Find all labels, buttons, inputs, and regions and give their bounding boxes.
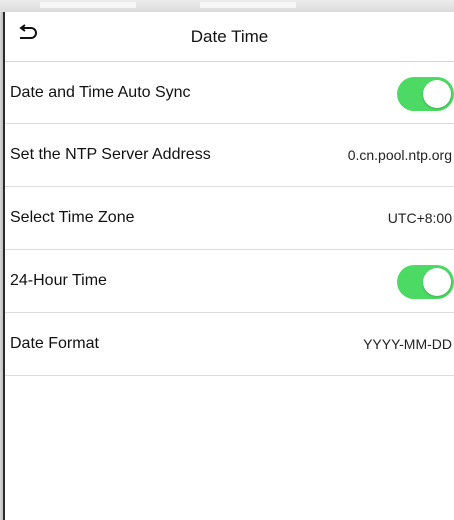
row-date-format[interactable]: Date Format YYYY-MM-DD xyxy=(5,313,454,376)
ntp-server-value: 0.cn.pool.ntp.org xyxy=(347,147,452,163)
row-label: Date Format xyxy=(10,335,99,352)
time-zone-value: UTC+8:00 xyxy=(387,210,452,226)
row-ntp-server-address[interactable]: Set the NTP Server Address 0.cn.pool.ntp… xyxy=(5,124,454,187)
row-label: 24-Hour Time xyxy=(10,272,107,289)
page-title: Date Time xyxy=(190,27,269,46)
header-bar: Date Time xyxy=(5,12,454,62)
row-24-hour-time[interactable]: 24-Hour Time xyxy=(5,250,454,313)
row-label: Set the NTP Server Address xyxy=(10,146,211,163)
auto-sync-toggle[interactable] xyxy=(397,77,454,111)
row-select-time-zone[interactable]: Select Time Zone UTC+8:00 xyxy=(5,187,454,250)
row-label: Date and Time Auto Sync xyxy=(10,84,191,101)
settings-screen: Date Time Date and Time Auto Sync Set th… xyxy=(3,12,454,520)
row-date-time-auto-sync[interactable]: Date and Time Auto Sync xyxy=(5,62,454,124)
row-label: Select Time Zone xyxy=(10,209,135,226)
toggle-knob xyxy=(423,268,451,296)
toggle-knob xyxy=(423,80,451,108)
top-bezel xyxy=(0,0,454,12)
date-format-value: YYYY-MM-DD xyxy=(363,336,452,352)
24-hour-time-toggle[interactable] xyxy=(397,265,454,299)
